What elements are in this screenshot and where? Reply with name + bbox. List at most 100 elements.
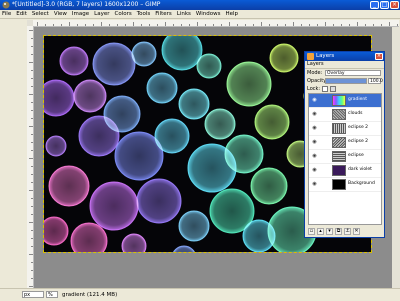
ruler-tick <box>269 24 270 26</box>
layers-dialog-close-button[interactable]: × <box>375 53 383 60</box>
menu-select[interactable]: Select <box>32 11 49 17</box>
eye-icon[interactable]: ◉ <box>311 98 318 103</box>
ruler-tick <box>29 222 33 223</box>
layer-name: clouds <box>348 111 363 116</box>
layer-thumbnail <box>332 151 346 162</box>
raise-layer-icon[interactable]: ▴ <box>317 227 324 235</box>
menu-links[interactable]: Links <box>177 11 191 17</box>
ruler-tick <box>357 22 358 26</box>
menu-edit[interactable]: Edit <box>16 11 27 17</box>
layer-row[interactable]: ◉ gradient <box>309 94 381 108</box>
duplicate-layer-icon[interactable]: ⧉ <box>335 227 342 235</box>
menu-colors[interactable]: Colors <box>114 11 131 17</box>
mode-select[interactable]: Overlay <box>325 70 381 76</box>
layer-row[interactable]: ◉ Background <box>309 178 381 192</box>
zoom-select[interactable]: % <box>46 291 58 298</box>
opacity-value[interactable]: 100.0 <box>368 78 383 84</box>
layers-dialog-title: Layers <box>316 53 335 59</box>
status-message: gradient (121.4 MB) <box>62 292 118 298</box>
layer-name: eclipse 2 <box>348 125 369 130</box>
ruler-tick <box>221 24 222 26</box>
new-layer-icon[interactable]: ▫ <box>308 227 315 235</box>
ruler-tick <box>29 254 33 255</box>
bokeh-circle <box>269 43 299 73</box>
ruler-tick <box>31 278 33 279</box>
ruler-tick <box>285 24 286 26</box>
ruler-tick <box>173 24 174 26</box>
eye-icon[interactable]: ◉ <box>311 168 318 173</box>
delete-layer-icon[interactable]: ✕ <box>353 227 360 235</box>
ruler-tick <box>213 24 214 26</box>
ruler-tick <box>197 22 198 26</box>
anchor-layer-icon[interactable]: ⚓ <box>344 227 351 235</box>
layer-thumbnail <box>332 95 346 106</box>
window-controls: _ □ × <box>370 1 399 9</box>
layer-row[interactable]: ◉ eclipse 2 <box>309 136 381 150</box>
menu-layer[interactable]: Layer <box>94 11 109 17</box>
lock-pixels-checkbox[interactable] <box>322 86 328 92</box>
ruler-tick <box>29 190 33 191</box>
ruler-tick <box>31 182 33 183</box>
vertical-scrollbar[interactable] <box>392 27 400 288</box>
layers-dialog-titlebar[interactable]: Layers × <box>305 52 384 61</box>
window-title: *[Untitled]-3.0 (RGB, 7 layers) 1600x120… <box>12 1 161 8</box>
menu-image[interactable]: Image <box>72 11 89 17</box>
ruler-tick <box>61 24 62 26</box>
lock-label: Lock: <box>307 86 321 92</box>
opacity-slider[interactable] <box>325 78 367 84</box>
ruler-tick <box>325 22 326 26</box>
mode-label: Mode: <box>307 70 323 76</box>
ruler-tick <box>341 24 342 26</box>
mode-row: Mode: Overlay <box>305 69 384 77</box>
ruler-tick <box>31 86 33 87</box>
unit-select[interactable]: px <box>22 291 44 298</box>
close-button[interactable]: × <box>390 1 399 9</box>
layer-name: Background <box>348 181 375 186</box>
layer-thumbnail <box>332 165 346 176</box>
menu-windows[interactable]: Windows <box>196 11 221 17</box>
menu-view[interactable]: View <box>54 11 67 17</box>
ruler-tick <box>31 150 33 151</box>
layer-row[interactable]: ◉ eclipse <box>309 150 381 164</box>
bokeh-circle <box>178 88 210 120</box>
layer-row[interactable]: ◉ eclipse 2 <box>309 122 381 136</box>
ruler-tick <box>85 24 86 26</box>
ruler-tick <box>29 286 33 287</box>
ruler-tick <box>31 246 33 247</box>
bokeh-circle <box>161 36 203 71</box>
menu-file[interactable]: File <box>2 11 11 17</box>
ruler-tick <box>141 24 142 26</box>
horizontal-ruler[interactable] <box>33 20 399 27</box>
eye-icon[interactable]: ◉ <box>311 182 318 187</box>
tab-layers[interactable]: Layers <box>305 61 384 69</box>
ruler-tick <box>31 142 33 143</box>
maximize-button[interactable]: □ <box>380 1 389 9</box>
ruler-tick <box>31 118 33 119</box>
layer-row[interactable]: ◉ clouds <box>309 108 381 122</box>
eye-icon[interactable]: ◉ <box>311 154 318 159</box>
gimp-app-icon <box>2 1 10 9</box>
ruler-tick <box>29 62 33 63</box>
bokeh-circle <box>196 53 222 79</box>
menu-help[interactable]: Help <box>225 11 238 17</box>
lock-alpha-checkbox[interactable] <box>330 86 336 92</box>
ruler-tick <box>317 24 318 26</box>
ruler-tick <box>181 24 182 26</box>
layer-row[interactable]: ◉ dark violet <box>309 164 381 178</box>
vertical-ruler[interactable] <box>27 26 34 288</box>
eye-icon[interactable]: ◉ <box>311 126 318 131</box>
ruler-tick <box>117 24 118 26</box>
layer-toolbar: ▫ ▴ ▾ ⧉ ⚓ ✕ <box>308 227 382 235</box>
ruler-tick <box>69 22 70 26</box>
minimize-button[interactable]: _ <box>370 1 379 9</box>
eye-icon[interactable]: ◉ <box>311 112 318 117</box>
lower-layer-icon[interactable]: ▾ <box>326 227 333 235</box>
menu-filters[interactable]: Filters <box>155 11 172 17</box>
ruler-tick <box>53 24 54 26</box>
ruler-tick <box>31 198 33 199</box>
ruler-tick <box>29 158 33 159</box>
eye-icon[interactable]: ◉ <box>311 140 318 145</box>
menu-tools[interactable]: Tools <box>137 11 151 17</box>
ruler-tick <box>277 24 278 26</box>
ruler-tick <box>31 166 33 167</box>
